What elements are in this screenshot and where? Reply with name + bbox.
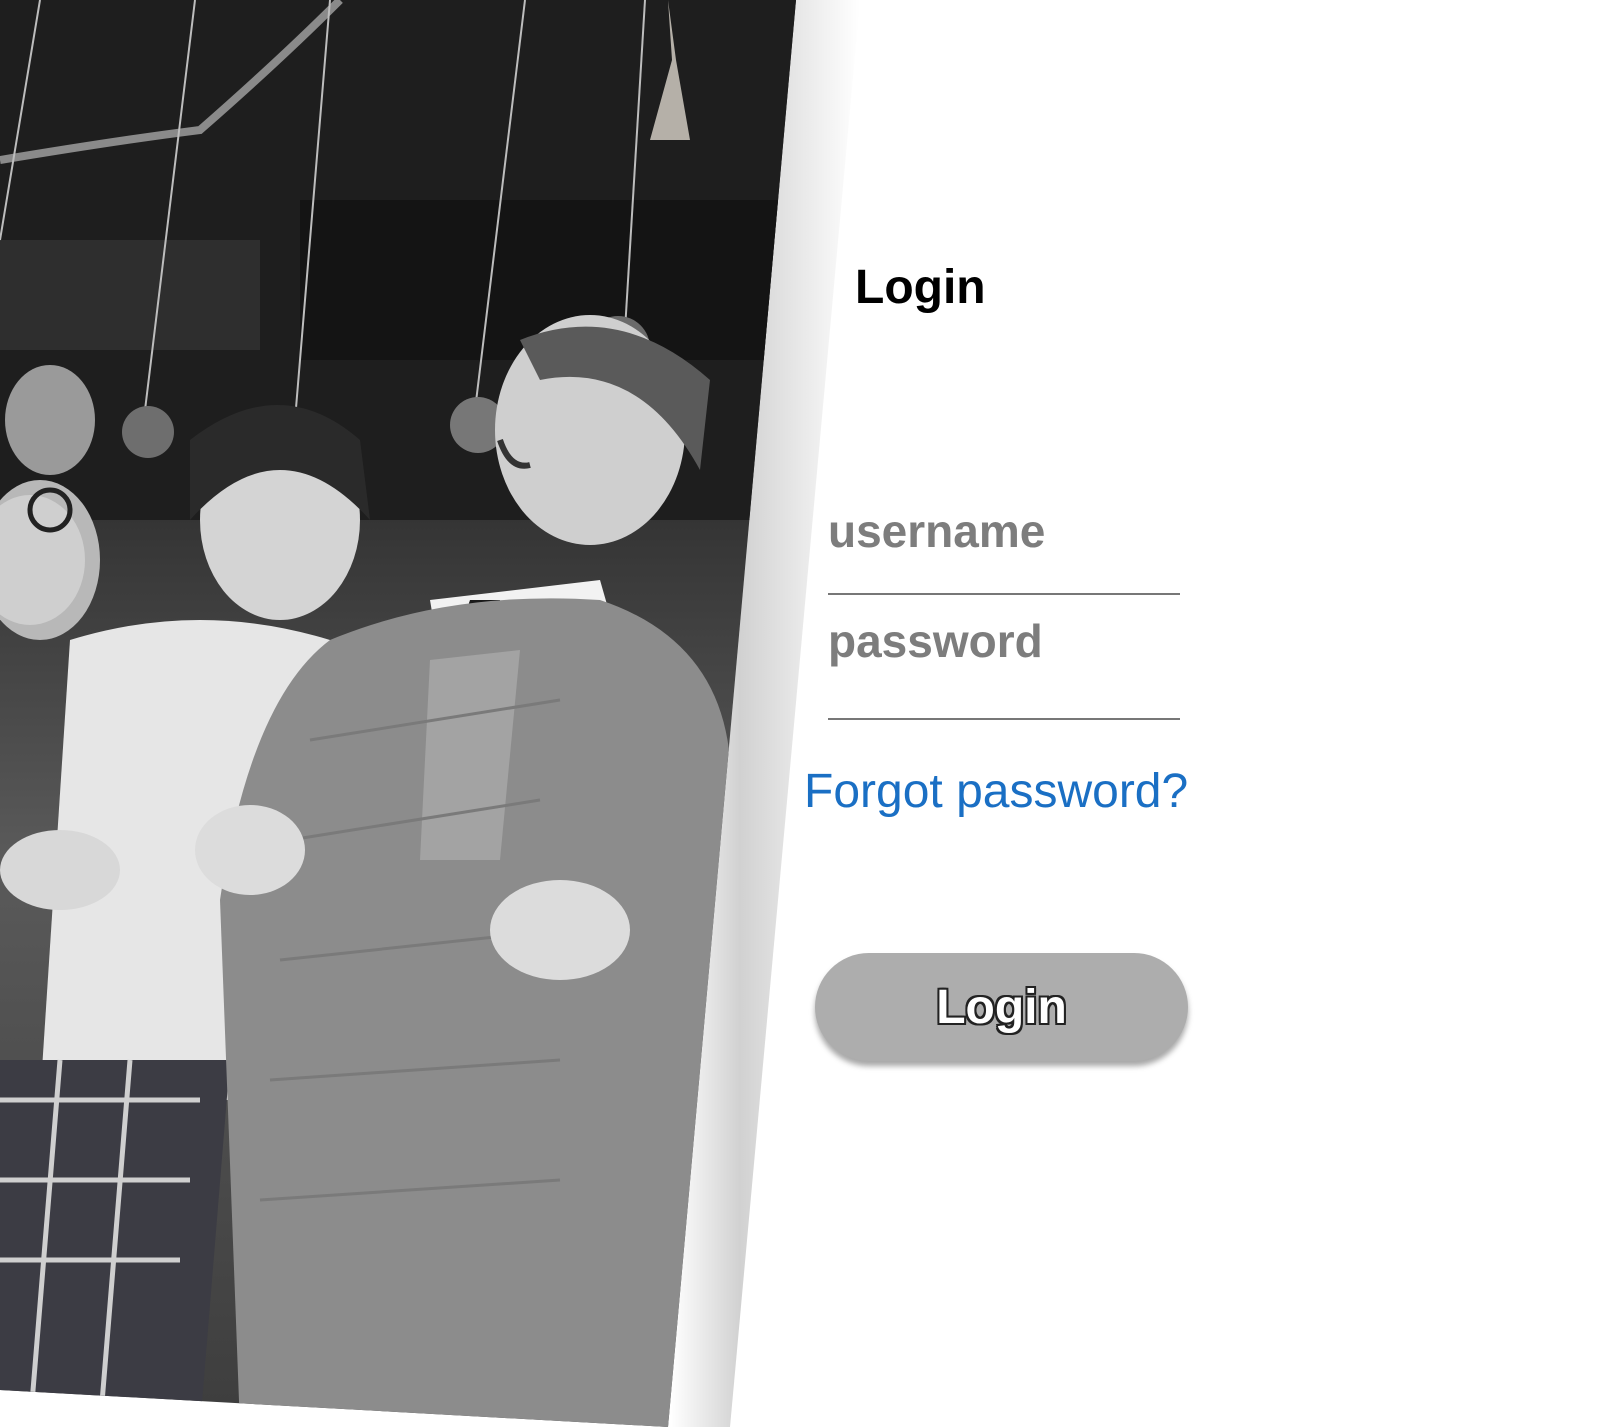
login-page: Login Forgot password? Login <box>0 0 1599 1427</box>
password-input[interactable] <box>828 614 1180 720</box>
photo-illustration <box>0 0 796 1427</box>
login-title: Login <box>855 261 986 314</box>
forgot-password-link[interactable]: Forgot password? <box>804 762 1188 822</box>
username-input[interactable] <box>828 505 1180 595</box>
login-button[interactable]: Login <box>815 953 1188 1061</box>
hero-photo <box>0 0 796 1427</box>
